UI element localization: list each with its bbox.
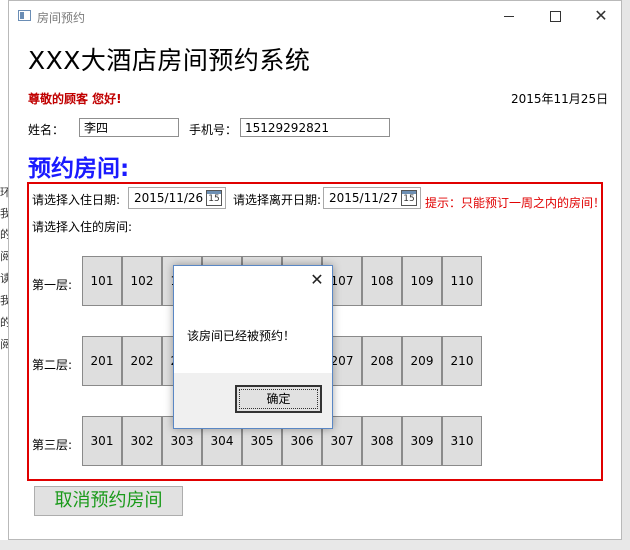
name-field[interactable]: 李四: [79, 118, 179, 137]
room-button[interactable]: 108: [362, 256, 402, 306]
room-button[interactable]: 308: [362, 416, 402, 466]
dialog-ok-button[interactable]: 确定: [235, 385, 322, 413]
calendar-icon[interactable]: 15: [206, 190, 222, 206]
background-window-edge-bottom: [0, 540, 630, 550]
checkout-label: 请选择离开日期:: [233, 193, 322, 207]
checkin-datepicker[interactable]: 2015/11/26 15: [128, 187, 226, 209]
background-text: 阅: [0, 338, 8, 351]
checkin-label: 请选择入住日期:: [32, 193, 121, 207]
background-text: 的: [0, 316, 8, 329]
background-text: 环: [0, 186, 8, 199]
current-date: 2015年11月25日: [511, 92, 609, 106]
floor-3-label: 第三层:: [32, 438, 73, 452]
room-button[interactable]: 208: [362, 336, 402, 386]
dialog-close-button[interactable]: ✕: [308, 271, 326, 289]
background-text: 读: [0, 272, 8, 285]
room-button[interactable]: 209: [402, 336, 442, 386]
room-button[interactable]: 201: [82, 336, 122, 386]
room-button[interactable]: 101: [82, 256, 122, 306]
room-button[interactable]: 202: [122, 336, 162, 386]
room-button[interactable]: 109: [402, 256, 442, 306]
app-title: XXX大酒店房间预约系统: [28, 46, 311, 75]
minimize-button[interactable]: [486, 1, 532, 31]
cancel-booking-button[interactable]: 取消预约房间: [34, 486, 183, 516]
maximize-button[interactable]: [532, 1, 578, 31]
name-label: 姓名：: [28, 123, 65, 137]
room-button[interactable]: 210: [442, 336, 482, 386]
booking-hint: 提示：只能预订一周之内的房间！: [425, 196, 606, 210]
room-button[interactable]: 301: [82, 416, 122, 466]
room-button[interactable]: 310: [442, 416, 482, 466]
minimize-icon: [504, 15, 514, 17]
room-button[interactable]: 309: [402, 416, 442, 466]
window-title: 房间预约: [37, 11, 86, 25]
close-window-button[interactable]: ✕: [578, 1, 624, 31]
checkin-date-value: 2015/11/26: [134, 191, 204, 205]
calendar-icon[interactable]: 15: [401, 190, 417, 206]
floor-1-label: 第一层:: [32, 278, 73, 292]
background-text: 阅: [0, 250, 8, 263]
phone-field[interactable]: 15129292821: [240, 118, 390, 137]
dialog-footer: 确定: [174, 373, 332, 428]
calendar-icon-number: 15: [403, 194, 415, 204]
background-text: 我: [0, 207, 8, 220]
background-text: 我: [0, 294, 8, 307]
window-app-icon: [18, 10, 31, 21]
room-button[interactable]: 110: [442, 256, 482, 306]
alert-dialog: ✕ 该房间已经被预约！ 确定: [173, 265, 333, 429]
dialog-message: 该房间已经被预约！: [187, 329, 296, 343]
background-window-edge-right: [622, 0, 630, 550]
floor-2-label: 第二层:: [32, 358, 73, 372]
calendar-icon-number: 15: [208, 194, 220, 204]
background-text: 的: [0, 228, 8, 241]
title-bar[interactable]: 房间预约 ✕: [9, 1, 621, 31]
section-title: 预约房间:: [28, 156, 130, 182]
close-icon: ✕: [594, 6, 608, 25]
checkout-date-value: 2015/11/27: [329, 191, 399, 205]
close-icon: ✕: [310, 270, 324, 289]
phone-label: 手机号：: [189, 123, 238, 137]
greeting-text: 尊敬的顾客 您好!: [28, 92, 122, 106]
room-select-label: 请选择入住的房间:: [32, 220, 133, 234]
room-button[interactable]: 102: [122, 256, 162, 306]
room-button[interactable]: 302: [122, 416, 162, 466]
maximize-icon: [549, 10, 561, 22]
checkout-datepicker[interactable]: 2015/11/27 15: [323, 187, 421, 209]
